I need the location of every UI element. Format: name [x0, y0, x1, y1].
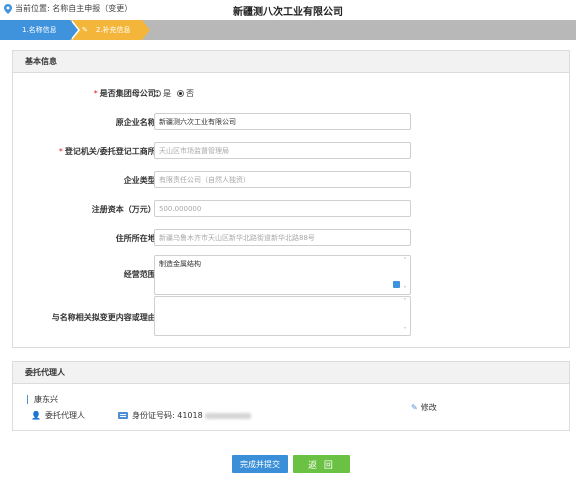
masked-id [204, 412, 251, 419]
address-label: 住所所在地: [115, 234, 159, 243]
radio-no-label: 否 [186, 89, 194, 98]
step-label: 1.名称信息 [22, 26, 57, 34]
textarea-scrollbar[interactable]: ˄ ˅ [402, 256, 408, 294]
step-arrow [142, 20, 150, 40]
scroll-up-icon[interactable]: ˄ [402, 299, 408, 305]
required-mark: * [58, 147, 63, 156]
page-title: 新疆测八次工业有限公司 [233, 7, 343, 18]
scroll-down-icon[interactable]: ˅ [402, 328, 408, 334]
step-name-info[interactable]: 1.名称信息 [0, 20, 70, 40]
step-label: 2.补充信息 [95, 26, 131, 34]
textarea-scrollbar[interactable]: ˄ ˅ [402, 297, 408, 335]
progress-steps: 1.名称信息 ✎ 2.补充信息 [0, 20, 576, 40]
radio-yes-label: 是 [163, 89, 171, 98]
panel-title: 委托代理人 [13, 362, 569, 384]
step-arrow [70, 20, 78, 40]
radio-yes[interactable] [154, 90, 161, 97]
radio-no[interactable] [177, 90, 184, 97]
pencil-icon: ✎ [82, 26, 88, 34]
basic-info-panel: 基本信息 * 是否集团母公司: 是 否 原企业名称: 新疆测六次工业有限公司 * 登… [12, 50, 570, 348]
agent-role: 👤 委托代理人 [31, 411, 85, 420]
submit-button[interactable]: 完成并提交 [232, 455, 288, 473]
back-button[interactable]: 返 回 [293, 455, 350, 473]
original-name-label: 原企业名称: [115, 118, 159, 127]
business-scope-textarea[interactable]: 制造金属结构 ˄ ˅ [154, 255, 411, 295]
edit-icon: ✎ [411, 403, 418, 412]
agent-id-number: 身份证号码: 41018 [118, 410, 251, 421]
business-scope-text: 制造金属结构 [159, 260, 201, 268]
spellcheck-icon[interactable] [393, 281, 400, 288]
top-bar: 当前位置: 名称自主申报（变更） 新疆测八次工业有限公司 [0, 0, 576, 20]
enterprise-type-input[interactable]: 有限责任公司（自然人独资） [154, 171, 411, 188]
group-parent-options: 是 否 [154, 88, 194, 99]
agent-panel: 委托代理人 康东兴 👤 委托代理人 身份证号码: 41018 ✎ 修改 [12, 361, 570, 431]
group-parent-label: * 是否集团母公司: [93, 89, 159, 98]
required-mark: * [93, 89, 98, 98]
registered-capital-input[interactable]: 500.000000 [154, 200, 411, 217]
edit-agent-button[interactable]: ✎ 修改 [411, 402, 437, 413]
step-supplement-info[interactable]: ✎ 2.补充信息 [72, 20, 142, 40]
change-reason-label: 与名称相关拟变更内容或理由: [51, 313, 159, 322]
address-input[interactable]: 新疆乌鲁木齐市天山区新华北路街道新华北路88号 [154, 229, 411, 246]
accent-bar [27, 395, 28, 404]
scroll-down-icon[interactable]: ˅ [402, 287, 408, 293]
original-name-input[interactable]: 新疆测六次工业有限公司 [154, 113, 411, 130]
id-card-icon [118, 412, 128, 419]
panel-title: 基本信息 [13, 51, 569, 73]
agent-name: 康东兴 [27, 394, 58, 405]
scroll-up-icon[interactable]: ˄ [402, 258, 408, 264]
user-icon: 👤 [31, 411, 41, 420]
change-reason-textarea[interactable]: ˄ ˅ [154, 296, 411, 336]
registered-capital-label: 注册资本（万元）: [91, 205, 159, 214]
registration-authority-input[interactable]: 天山区市场监督管理局 [154, 142, 411, 159]
registration-authority-label: * 登记机关/委托登记工商所: [58, 147, 159, 156]
